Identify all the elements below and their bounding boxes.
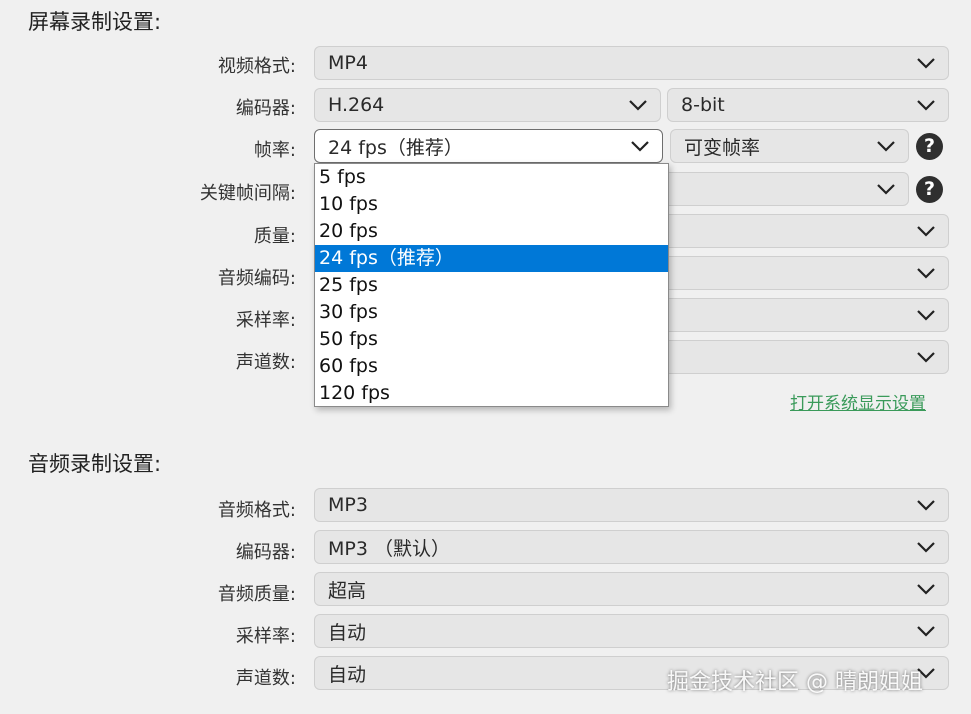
audio-format-value: MP3: [328, 494, 368, 516]
chevron-down-icon: [877, 141, 895, 152]
frame-rate-dropdown-list: 5 fps 10 fps 20 fps 24 fps（推荐） 25 fps 30…: [314, 163, 669, 407]
video-format-label: 视频格式:: [217, 56, 296, 77]
chevron-down-icon: [917, 310, 935, 321]
fps-option[interactable]: 10 fps: [315, 191, 668, 218]
video-encoder-label: 编码器:: [235, 98, 296, 119]
screen-section-title: 屏幕录制设置:: [28, 10, 162, 34]
keyframe-interval-label: 关键帧间隔:: [199, 183, 296, 204]
fps-option[interactable]: 5 fps: [315, 164, 668, 191]
audio-sample-rate-value: 自动: [328, 621, 367, 644]
audio-encoding-label: 音频编码:: [217, 268, 296, 289]
fps-option[interactable]: 60 fps: [315, 353, 668, 380]
quality-label: 质量:: [253, 226, 296, 247]
video-encoder-select[interactable]: H.264: [314, 88, 661, 122]
video-format-select[interactable]: MP4: [314, 46, 949, 80]
chevron-down-icon: [917, 584, 935, 595]
audio-sample-rate-select[interactable]: 自动: [314, 614, 949, 648]
chevron-down-icon: [917, 226, 935, 237]
frame-rate-mode-value: 可变帧率: [684, 136, 761, 159]
video-format-value: MP4: [328, 52, 368, 74]
chevron-down-icon: [917, 626, 935, 637]
audio-quality-value: 超高: [328, 579, 367, 602]
frame-rate-select[interactable]: 24 fps（推荐）: [314, 129, 663, 163]
chevron-down-icon: [917, 268, 935, 279]
video-encoder-value: H.264: [328, 94, 385, 116]
frame-rate-mode-select[interactable]: 可变帧率: [670, 129, 909, 163]
audio-encoder-label: 编码器:: [235, 542, 296, 563]
chevron-down-icon: [629, 100, 647, 111]
chevron-down-icon: [917, 58, 935, 69]
frame-rate-value: 24 fps（推荐）: [328, 136, 463, 159]
audio-sample-rate-label: 采样率:: [235, 626, 296, 647]
audio-format-select[interactable]: MP3: [314, 488, 949, 522]
audio-section-title: 音频录制设置:: [28, 452, 162, 476]
channels-label: 声道数:: [235, 352, 296, 373]
chevron-down-icon: [917, 500, 935, 511]
chevron-down-icon: [631, 141, 649, 152]
chevron-down-icon: [917, 352, 935, 363]
chevron-down-icon: [917, 542, 935, 553]
chevron-down-icon: [877, 184, 895, 195]
fps-option[interactable]: 50 fps: [315, 326, 668, 353]
audio-encoder-select[interactable]: MP3 （默认）: [314, 530, 949, 564]
audio-quality-select[interactable]: 超高: [314, 572, 949, 606]
sample-rate-label: 采样率:: [235, 310, 296, 331]
fps-option-selected[interactable]: 24 fps（推荐）: [315, 245, 668, 272]
frame-rate-label: 帧率:: [253, 140, 296, 161]
audio-quality-label: 音频质量:: [217, 584, 296, 605]
fps-option[interactable]: 120 fps: [315, 380, 668, 407]
audio-format-label: 音频格式:: [217, 500, 296, 521]
audio-encoder-value: MP3 （默认）: [328, 537, 450, 560]
audio-channels-label: 声道数:: [235, 668, 296, 689]
open-display-settings-link[interactable]: 打开系统显示设置: [790, 389, 926, 414]
keyframe-help-icon[interactable]: ?: [916, 176, 943, 203]
bit-depth-value: 8-bit: [681, 94, 725, 116]
fps-option[interactable]: 20 fps: [315, 218, 668, 245]
frame-rate-help-icon[interactable]: ?: [916, 133, 943, 160]
fps-option[interactable]: 30 fps: [315, 299, 668, 326]
watermark: 掘金技术社区 @ 晴朗姐姐: [667, 670, 923, 695]
fps-option[interactable]: 25 fps: [315, 272, 668, 299]
chevron-down-icon: [917, 100, 935, 111]
bit-depth-select[interactable]: 8-bit: [667, 88, 949, 122]
